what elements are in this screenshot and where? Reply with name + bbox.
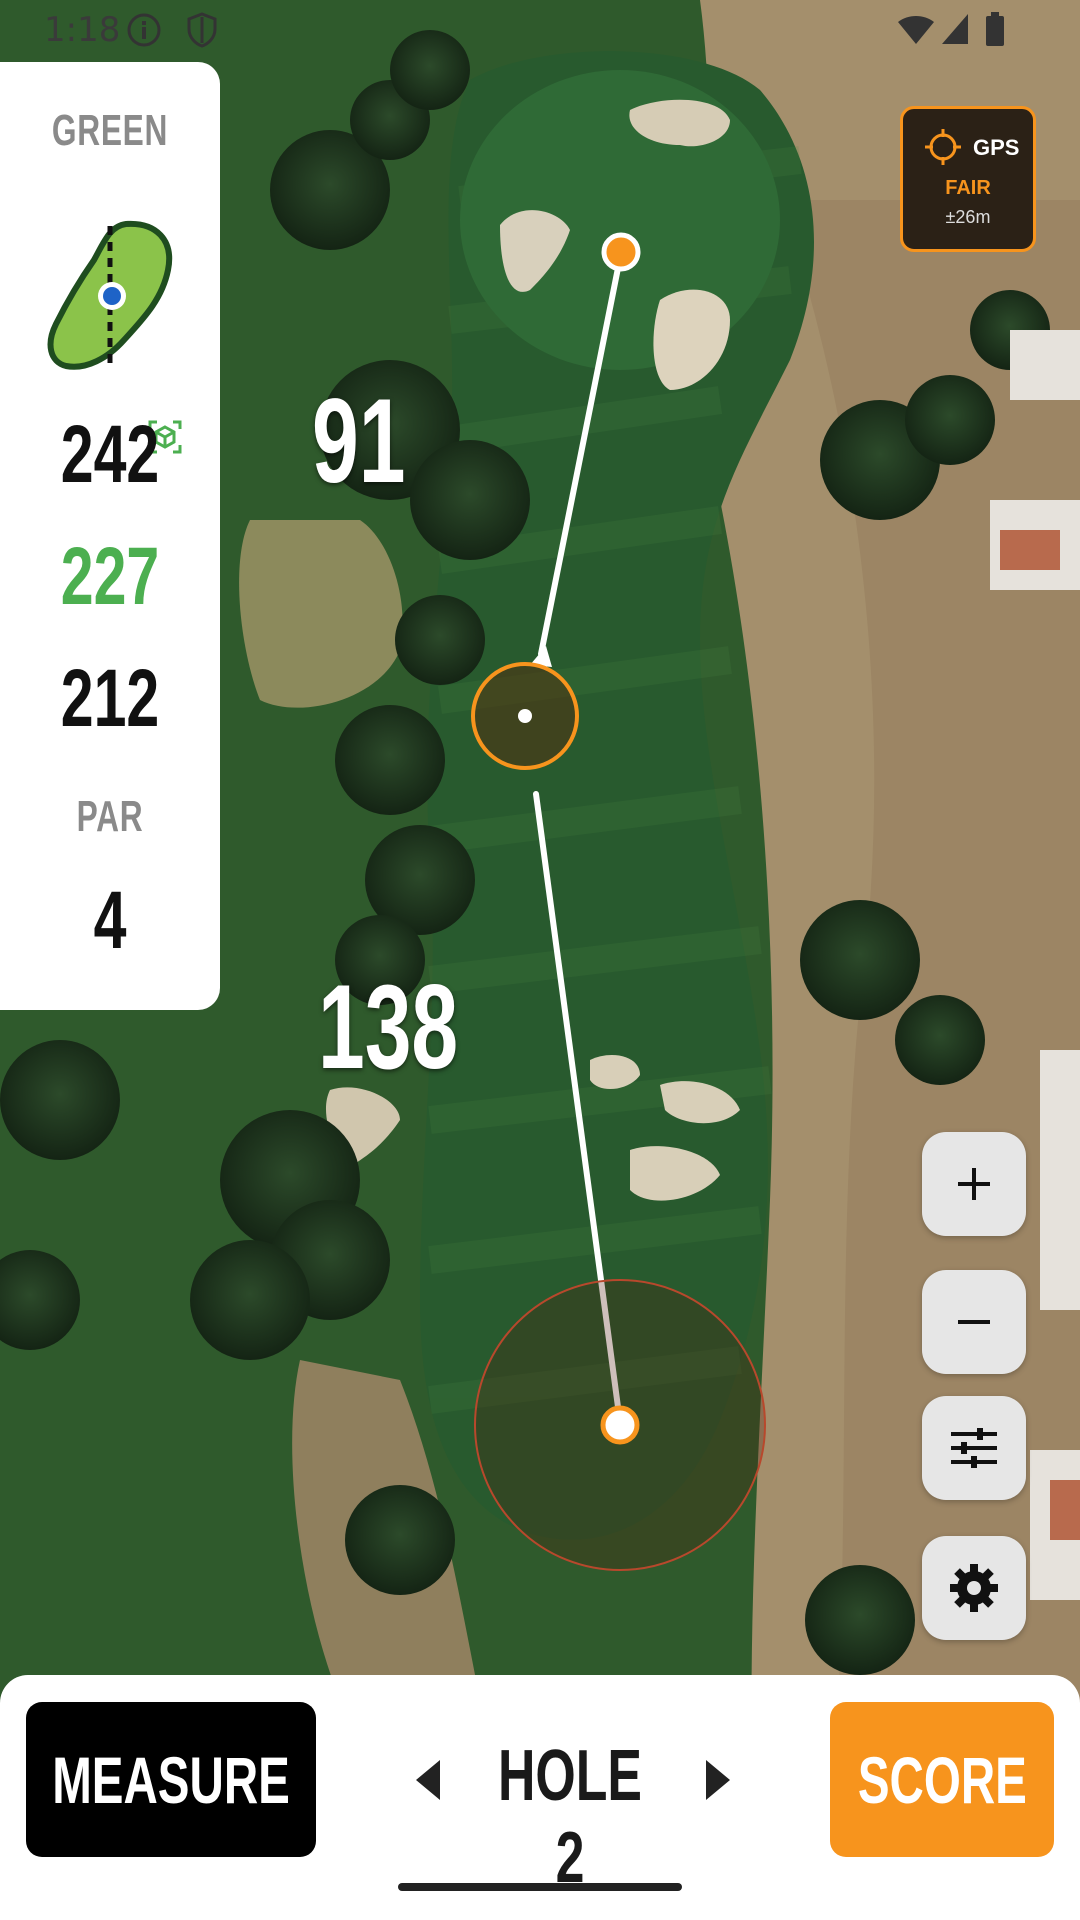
- zoom-in-button[interactable]: [922, 1132, 1026, 1236]
- measure-label: MEASURE: [52, 1742, 290, 1817]
- status-bar: 1:18: [0, 0, 1080, 60]
- gps-quality: FAIR: [945, 177, 991, 199]
- bottom-bar: MEASURE HOLE 2 SCORE: [0, 1675, 1080, 1920]
- info-icon: [127, 13, 161, 47]
- green-shape-icon[interactable]: [46, 220, 176, 380]
- par-label: PAR: [76, 792, 144, 841]
- score-button[interactable]: SCORE: [830, 1702, 1054, 1857]
- signal-icon: [942, 14, 968, 44]
- wifi-icon: [898, 16, 934, 44]
- battery-icon: [986, 12, 1004, 46]
- sliders-icon: [951, 1428, 997, 1468]
- measure-button[interactable]: MEASURE: [26, 1702, 316, 1857]
- par-value: 4: [93, 875, 127, 966]
- settings-button[interactable]: [922, 1536, 1026, 1640]
- score-label: SCORE: [857, 1742, 1027, 1817]
- crosshair-icon: [925, 129, 961, 165]
- zoom-out-button[interactable]: [922, 1270, 1026, 1374]
- gps-status[interactable]: GPS FAIR ±26m: [900, 106, 1036, 252]
- home-indicator[interactable]: [398, 1883, 682, 1891]
- back-distance: 242: [60, 409, 160, 500]
- gear-icon: [950, 1564, 998, 1612]
- green-label: GREEN: [51, 106, 169, 155]
- shield-icon: [187, 12, 217, 48]
- minus-icon: [958, 1320, 990, 1324]
- gps-label: GPS: [973, 135, 1020, 160]
- middle-distance: 227: [60, 531, 160, 622]
- filters-button[interactable]: [922, 1396, 1026, 1500]
- plus-icon: [958, 1168, 990, 1200]
- status-time: 1:18: [44, 10, 121, 50]
- front-distance: 212: [60, 653, 160, 744]
- next-hole-icon[interactable]: [706, 1760, 730, 1800]
- hole-title: HOLE 2: [497, 1736, 642, 1898]
- gps-accuracy: ±26m: [945, 207, 991, 227]
- previous-hole-icon[interactable]: [416, 1760, 440, 1800]
- ball-to-target-distance: 138: [318, 960, 459, 1094]
- target-to-pin-distance: 91: [312, 374, 406, 508]
- distance-panel: GREEN 242 227 212 PAR 4: [0, 62, 220, 1010]
